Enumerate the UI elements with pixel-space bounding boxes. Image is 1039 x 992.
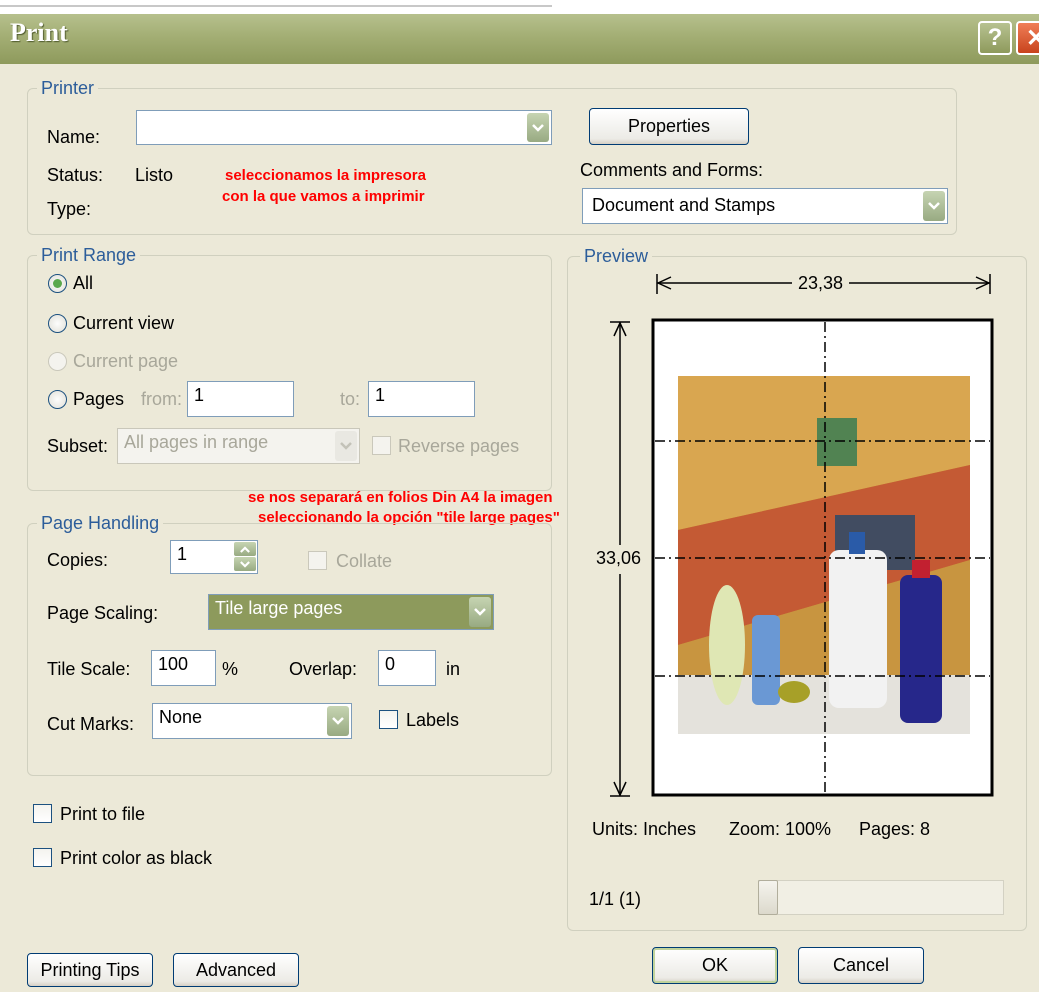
subset-select: All pages in range: [117, 428, 360, 464]
from-label: from:: [141, 389, 183, 409]
to-label: to:: [340, 389, 361, 409]
printer-annotation-line2: con la que vamos a imprimir: [222, 188, 425, 205]
spin-up-icon[interactable]: [234, 542, 256, 556]
radio-pages[interactable]: [48, 390, 67, 409]
cancel-button[interactable]: Cancel: [798, 947, 924, 984]
print-range-legend: Print Range: [37, 245, 141, 266]
page-counter: 1/1 (1): [589, 889, 642, 909]
print-color-black-label[interactable]: Print color as black: [60, 848, 212, 869]
dropdown-arrow-icon[interactable]: [923, 191, 945, 221]
radio-current-view-label[interactable]: Current view: [73, 313, 174, 334]
properties-button[interactable]: Properties: [589, 108, 749, 145]
printer-legend: Printer: [37, 78, 99, 99]
radio-all[interactable]: [48, 274, 67, 293]
type-label: Type:: [47, 199, 92, 219]
spin-down-icon[interactable]: [234, 557, 256, 571]
subset-label: Subset:: [47, 436, 109, 456]
copies-input[interactable]: 1: [170, 540, 258, 574]
radio-current-view[interactable]: [48, 314, 67, 333]
copies-label: Copies:: [47, 550, 109, 570]
copies-spinner[interactable]: [234, 542, 256, 572]
dropdown-arrow-icon: [335, 431, 357, 461]
advanced-button[interactable]: Advanced: [173, 953, 299, 987]
tile-scale-label: Tile Scale:: [47, 659, 131, 679]
window-title: Print: [10, 18, 68, 47]
preview-width-value: 23,38: [798, 273, 844, 293]
top-separator-line: [0, 5, 552, 7]
overlap-unit: in: [446, 659, 461, 679]
comments-forms-value: Document and Stamps: [592, 195, 776, 215]
units-label: Units: Inches: [592, 819, 697, 839]
radio-selected-dot: [53, 279, 62, 288]
printer-name-select[interactable]: [136, 110, 552, 145]
copies-value: 1: [177, 544, 188, 564]
status-label: Status:: [47, 165, 104, 185]
preview-slider-thumb[interactable]: [758, 880, 778, 915]
labels-label[interactable]: Labels: [406, 710, 459, 731]
printer-annotation-line1: seleccionamos la impresora: [225, 167, 426, 184]
collate-label: Collate: [336, 551, 393, 571]
tile-scale-value: 100: [158, 654, 189, 674]
page-handling-legend: Page Handling: [37, 513, 164, 534]
print-color-black-checkbox[interactable]: [33, 848, 52, 867]
page-scaling-value: Tile large pages: [215, 598, 343, 618]
cut-marks-select[interactable]: None: [152, 703, 352, 739]
radio-current-page: [48, 352, 67, 371]
cut-marks-value: None: [159, 707, 203, 727]
pages-count-label: Pages: 8: [859, 819, 931, 839]
radio-all-label[interactable]: All: [73, 273, 93, 294]
pages-from-value: 1: [194, 385, 205, 405]
overlap-label: Overlap:: [289, 659, 358, 679]
status-value: Listo: [135, 165, 174, 185]
tile-scale-input[interactable]: 100: [151, 650, 216, 686]
overlap-value: 0: [385, 654, 396, 674]
zoom-label: Zoom: 100%: [729, 819, 832, 839]
preview-image: [678, 376, 970, 734]
collate-checkbox: [308, 551, 327, 570]
overlap-input[interactable]: 0: [378, 650, 436, 686]
comments-forms-label: Comments and Forms:: [580, 160, 764, 180]
radio-pages-label[interactable]: Pages: [73, 389, 124, 410]
ok-button[interactable]: OK: [652, 947, 778, 984]
page-scaling-label: Page Scaling:: [47, 603, 159, 623]
print-to-file-checkbox[interactable]: [33, 804, 52, 823]
pages-from-input[interactable]: 1: [187, 381, 294, 417]
dropdown-arrow-icon[interactable]: [469, 597, 491, 627]
reverse-pages-label: Reverse pages: [398, 436, 520, 456]
preview-page-slider[interactable]: [758, 880, 1004, 915]
percent-sign: %: [222, 659, 239, 679]
comments-forms-select[interactable]: Document and Stamps: [582, 188, 948, 224]
page-scaling-select[interactable]: Tile large pages: [208, 594, 494, 630]
name-label: Name:: [47, 127, 101, 147]
help-icon[interactable]: ?: [978, 21, 1012, 55]
radio-current-page-label: Current page: [73, 351, 179, 371]
labels-checkbox[interactable]: [379, 710, 398, 729]
printing-tips-button[interactable]: Printing Tips: [27, 953, 153, 987]
preview-drawing: [610, 274, 994, 797]
reverse-pages-checkbox: [372, 436, 391, 455]
cut-marks-label: Cut Marks:: [47, 714, 135, 734]
dropdown-arrow-icon[interactable]: [527, 113, 549, 142]
pages-to-value: 1: [375, 385, 386, 405]
title-bar[interactable]: [0, 14, 1039, 64]
print-to-file-label[interactable]: Print to file: [60, 804, 145, 825]
pages-to-input[interactable]: 1: [368, 381, 475, 417]
dropdown-arrow-icon[interactable]: [327, 706, 349, 736]
subset-value: All pages in range: [124, 432, 269, 452]
close-icon[interactable]: ✕: [1016, 21, 1039, 55]
preview-height-value: 33,06: [596, 548, 642, 568]
tile-annotation-line1: se nos separará en folios Din A4 la imag…: [248, 489, 553, 506]
